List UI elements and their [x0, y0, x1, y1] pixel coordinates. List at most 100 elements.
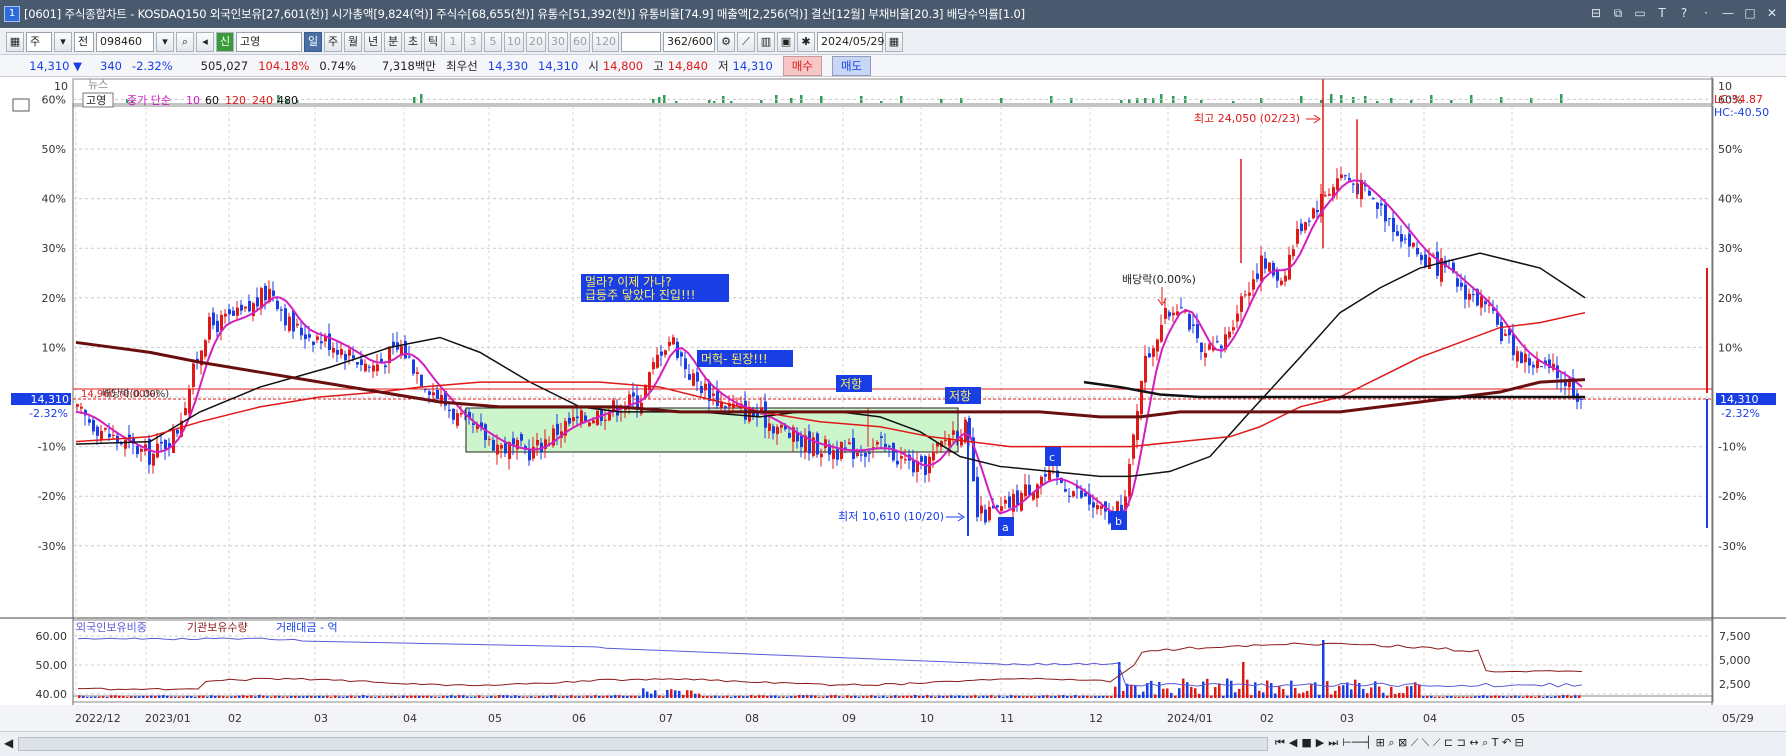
period-minute-button[interactable]: 분 [384, 31, 402, 52]
search-icon[interactable]: ⌕ [176, 31, 194, 52]
gear-icon[interactable]: ✱ [797, 31, 815, 52]
calendar-icon[interactable]: ▦ [885, 31, 903, 52]
stop-icon[interactable]: ■ [1301, 736, 1311, 750]
amount-bar [1022, 696, 1025, 698]
play-icon[interactable]: ▶ [1316, 736, 1324, 750]
chart-canvas[interactable]: 뉴스 10 10 60% 60%50% 50%40% 40%30% 30%20% 20%1… [0, 77, 1786, 731]
maximize-icon[interactable]: □ [1742, 5, 1758, 21]
layout-icon[interactable]: ▭ [1632, 5, 1648, 21]
market-dropdown-icon[interactable]: ▾ [54, 31, 72, 52]
period-second-button[interactable]: 초 [404, 31, 422, 52]
candle-body [280, 309, 283, 311]
first-icon[interactable]: ⏮ [1275, 736, 1285, 750]
zoom-slider-icon[interactable]: ⊢──┤ [1342, 736, 1371, 750]
save-icon[interactable]: ▣ [777, 31, 795, 52]
link-icon[interactable]: ⊟ [1588, 5, 1604, 21]
amount-bar [666, 689, 669, 698]
x-tick-label: 05 [1511, 712, 1525, 725]
stock-code-input[interactable]: 098460 [96, 31, 154, 52]
amount-bar [802, 695, 805, 698]
interval-3-button[interactable]: 3 [464, 31, 482, 52]
buy-button[interactable]: 매수 [782, 55, 822, 76]
amount-bar [222, 696, 225, 698]
candle-body [772, 426, 775, 434]
font-size-icon[interactable]: T [1654, 5, 1670, 21]
title-bar[interactable]: 1 [0601] 주식종합차트 - KOSDAQ150 외국인보유[27,601… [0, 0, 1786, 28]
amount-bar [326, 695, 329, 698]
compare-icon[interactable]: ▥ [757, 31, 775, 52]
amount-bar [818, 696, 821, 698]
pref-ask: 14,330 [487, 58, 529, 73]
interval-60-button[interactable]: 60 [570, 31, 590, 52]
candle-body [484, 424, 487, 440]
scroll-track[interactable] [18, 737, 1268, 751]
candle-body [344, 354, 347, 361]
amount-bar [1514, 695, 1517, 698]
settings-icon[interactable]: · [1698, 5, 1714, 21]
candle-body [220, 314, 223, 331]
dividend-right-label: 배당락(0.00%) [1122, 273, 1196, 286]
interval-1-button[interactable]: 1 [444, 31, 462, 52]
indicator-icon[interactable]: ⚙ [717, 31, 735, 52]
period-month-button[interactable]: 월 [344, 31, 362, 52]
candle-body [980, 505, 983, 514]
restore-icon[interactable]: ⧉ [1610, 5, 1626, 21]
amount-bar [210, 695, 213, 698]
right-price: 14,310 [1720, 393, 1759, 406]
draw-icon[interactable]: ⟋ [737, 31, 755, 52]
minimize-icon[interactable]: — [1720, 5, 1736, 21]
interval-5-button[interactable]: 5 [484, 31, 502, 52]
amount-bar [338, 696, 341, 698]
period-year-button[interactable]: 년 [364, 31, 382, 52]
candle-body [184, 408, 187, 416]
amount-bar [1446, 695, 1449, 698]
prev-icon[interactable]: ◀ [1289, 736, 1297, 750]
amount-bar [670, 689, 673, 698]
interval-30-button[interactable]: 30 [548, 31, 568, 52]
scroll-left-icon[interactable]: ◀ [4, 736, 13, 750]
candle-body [684, 358, 687, 370]
amount-bar [1522, 696, 1525, 698]
amount-bar [786, 696, 789, 698]
amount-bar [1538, 695, 1541, 698]
scope-select[interactable]: 전 [74, 31, 94, 52]
stock-name-field[interactable]: 고영 [236, 31, 302, 52]
amount-bar [878, 696, 881, 698]
help-icon[interactable]: ? [1676, 5, 1692, 21]
amount-bar [658, 695, 661, 698]
sell-button[interactable]: 매도 [831, 55, 872, 76]
lc-label: LC:34.87 [1714, 93, 1763, 106]
custom-interval-input[interactable] [621, 31, 661, 52]
amount-bar [1354, 679, 1357, 698]
period-week-button[interactable]: 주 [324, 31, 342, 52]
amount-bar [426, 695, 429, 698]
amount-bar [1502, 696, 1505, 698]
amount-bar [194, 696, 197, 698]
amount-bar [1218, 683, 1221, 698]
chart-type-icon[interactable]: ▦ [6, 31, 24, 52]
close-icon[interactable]: ✕ [1764, 5, 1780, 21]
market-select[interactable]: 주 [26, 31, 52, 52]
period-day-button[interactable]: 일 [304, 31, 322, 52]
amount-bar [254, 696, 257, 698]
scroll-bar[interactable]: ◀ ⏮ ◀ ■ ▶ ⏭ ⊢──┤ ⊞ ⌕ ⊠ ⟋ ⟍ ⟋ ⊏ ⊐ ↔ ⌕ T ↶… [0, 731, 1786, 756]
interval-120-button[interactable]: 120 [592, 31, 619, 52]
y-tick-right: 40% [1718, 193, 1742, 206]
tools-icon[interactable]: ⊞ ⌕ ⊠ ⟋ ⟍ ⟋ ⊏ ⊐ ↔ ⌕ T ↶ ⊟ [1376, 736, 1524, 750]
amount-bar [902, 695, 905, 698]
amount-bar [1238, 688, 1241, 698]
y-tick-left: -30% [38, 540, 66, 553]
date-input[interactable]: 2024/05/29 [817, 31, 884, 52]
sound-icon[interactable]: ◂ [196, 31, 214, 52]
period-tick-button[interactable]: 틱 [424, 31, 442, 52]
amount-bar [530, 696, 533, 698]
last-icon[interactable]: ⏭ [1328, 736, 1338, 750]
interval-20-button[interactable]: 20 [526, 31, 546, 52]
panel-toggle-icon[interactable] [12, 98, 30, 112]
amount-bar [1054, 696, 1057, 698]
code-dropdown-icon[interactable]: ▾ [156, 31, 174, 52]
candle-body [604, 419, 607, 421]
amount-bar [1210, 695, 1213, 698]
data-count-field[interactable]: 362/600 [663, 31, 715, 52]
interval-10-button[interactable]: 10 [504, 31, 524, 52]
